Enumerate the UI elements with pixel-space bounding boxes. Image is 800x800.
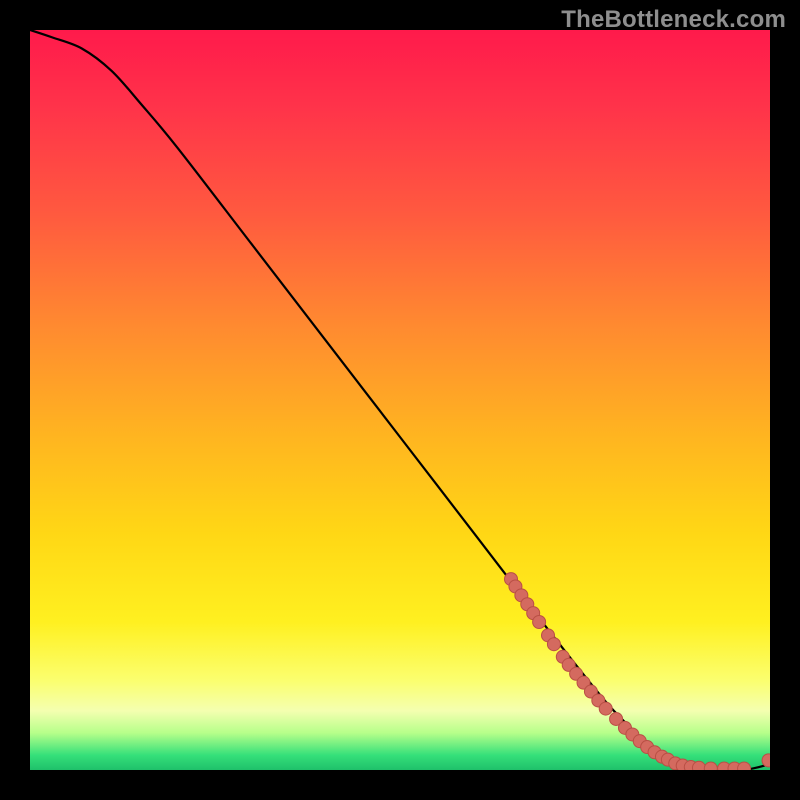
data-point bbox=[692, 761, 705, 770]
data-point bbox=[738, 762, 751, 770]
data-point bbox=[599, 702, 612, 715]
plot-area bbox=[30, 30, 770, 770]
points-layer bbox=[30, 30, 770, 770]
chart-stage: TheBottleneck.com bbox=[0, 0, 800, 800]
data-point bbox=[547, 638, 560, 651]
data-point bbox=[533, 616, 546, 629]
data-point bbox=[704, 762, 717, 770]
data-point bbox=[762, 754, 770, 767]
data-points bbox=[505, 573, 771, 770]
